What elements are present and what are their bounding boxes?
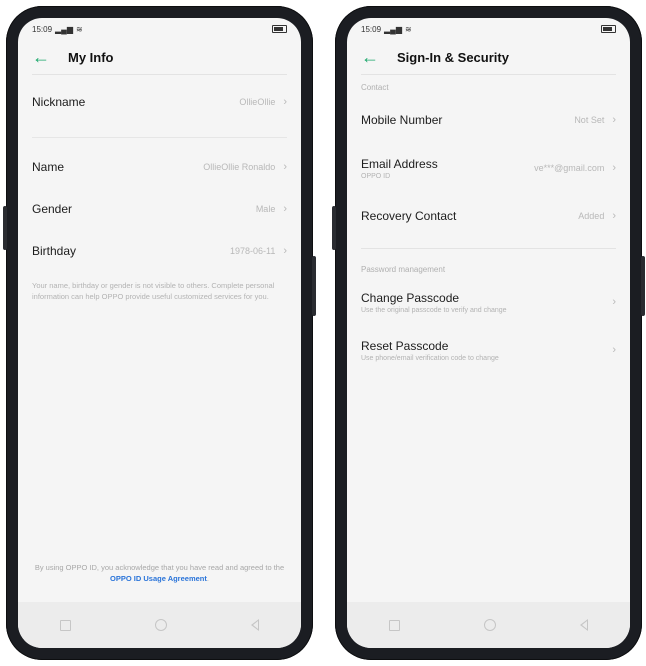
wifi-icon: ≋ <box>405 24 412 34</box>
row-label: Reset Passcode <box>361 338 449 353</box>
phone-left: 15:09 ▂▄▆ ≋ ← My Info Nickname OllieOlli… <box>3 6 316 660</box>
home-icon[interactable] <box>484 619 496 631</box>
page-title: My Info <box>68 49 114 65</box>
side-button <box>312 256 316 316</box>
row-label: Email Address <box>361 156 438 171</box>
row-sublabel: OPPO ID <box>361 172 391 180</box>
signal-icon: ▂▄▆ <box>384 24 403 34</box>
row-nickname[interactable]: Nickname OllieOllie › <box>18 81 301 123</box>
battery-icon <box>272 25 287 33</box>
row-label: Mobile Number <box>361 113 443 127</box>
header: ← My Info <box>18 40 301 74</box>
row-gender[interactable]: Gender Male › <box>18 188 301 230</box>
status-bar: 15:09 ▂▄▆ ≋ <box>18 18 301 40</box>
row-change-passcode[interactable]: Change Passcode Use the original passcod… <box>347 278 630 326</box>
header: ← Sign-In & Security <box>347 40 630 74</box>
home-icon[interactable] <box>155 619 167 631</box>
phone-right: 15:09 ▂▄▆ ≋ ← Sign-In & Security Contact… <box>332 6 645 660</box>
section-heading-password: Password management <box>361 265 446 274</box>
row-label: Name <box>32 160 65 174</box>
chevron-right-icon: › <box>612 344 616 356</box>
agreement-footer: By using OPPO ID, you acknowledge that y… <box>18 562 301 584</box>
side-button <box>332 206 336 250</box>
status-time: 15:09 <box>32 24 53 34</box>
chevron-right-icon: › <box>612 114 616 126</box>
row-sublabel: Use phone/email verification code to cha… <box>361 354 499 362</box>
chevron-right-icon: › <box>612 210 616 222</box>
row-recovery-contact[interactable]: Recovery Contact Added › <box>347 192 630 240</box>
chevron-right-icon: › <box>283 96 287 108</box>
signal-icon: ▂▄▆ <box>55 24 74 34</box>
row-label: Gender <box>32 202 73 216</box>
row-sublabel: Use the original passcode to verify and … <box>361 306 507 314</box>
back-nav-icon[interactable] <box>251 619 259 631</box>
row-name[interactable]: Name OllieOllie Ronaldo › <box>18 146 301 188</box>
row-value: OllieOllie <box>239 97 276 107</box>
row-label: Change Passcode <box>361 290 460 305</box>
row-mobile-number[interactable]: Mobile Number Not Set › <box>347 96 630 144</box>
status-bar: 15:09 ▂▄▆ ≋ <box>347 18 630 40</box>
back-nav-icon[interactable] <box>580 619 588 631</box>
battery-icon <box>601 25 616 33</box>
row-value: Added <box>578 211 605 221</box>
row-value: OllieOllie Ronaldo <box>203 162 276 172</box>
row-label: Recovery Contact <box>361 209 457 223</box>
section-divider <box>32 123 287 138</box>
chevron-right-icon: › <box>612 162 616 174</box>
section-divider <box>361 248 616 249</box>
wifi-icon: ≋ <box>76 24 83 34</box>
row-label: Birthday <box>32 244 77 258</box>
agreement-end: . <box>206 574 209 583</box>
row-value: ve***@gmail.com <box>534 163 605 173</box>
back-arrow-icon[interactable]: ← <box>32 48 60 66</box>
chevron-right-icon: › <box>612 296 616 308</box>
side-button <box>641 256 645 316</box>
status-time: 15:09 <box>361 24 382 34</box>
agreement-text: By using OPPO ID, you acknowledge that y… <box>34 563 285 572</box>
back-arrow-icon[interactable]: ← <box>361 48 389 66</box>
row-value: 1978-06-11 <box>229 246 276 256</box>
row-label: Nickname <box>32 95 86 109</box>
chevron-right-icon: › <box>283 161 287 173</box>
screen-my-info: 15:09 ▂▄▆ ≋ ← My Info Nickname OllieOlli… <box>18 18 301 648</box>
row-reset-passcode[interactable]: Reset Passcode Use phone/email verificat… <box>347 326 630 374</box>
recent-apps-icon[interactable] <box>60 619 71 631</box>
row-email-address[interactable]: Email Address OPPO ID ve***@gmail.com › <box>347 144 630 192</box>
section-heading-contact: Contact <box>361 83 389 92</box>
screen-sign-in-security: 15:09 ▂▄▆ ≋ ← Sign-In & Security Contact… <box>347 18 630 648</box>
chevron-right-icon: › <box>283 245 287 257</box>
row-value: Male <box>255 204 276 214</box>
chevron-right-icon: › <box>283 203 287 215</box>
page-title: Sign-In & Security <box>397 49 509 65</box>
side-button <box>3 206 7 250</box>
row-birthday[interactable]: Birthday 1978-06-11 › <box>18 230 301 272</box>
nav-bar <box>18 602 301 648</box>
row-value: Not Set <box>574 115 605 125</box>
agreement-link[interactable]: OPPO ID Usage Agreement <box>110 574 207 583</box>
nav-bar <box>347 602 630 648</box>
recent-apps-icon[interactable] <box>389 619 400 631</box>
privacy-note: Your name, birthday or gender is not vis… <box>32 281 275 301</box>
